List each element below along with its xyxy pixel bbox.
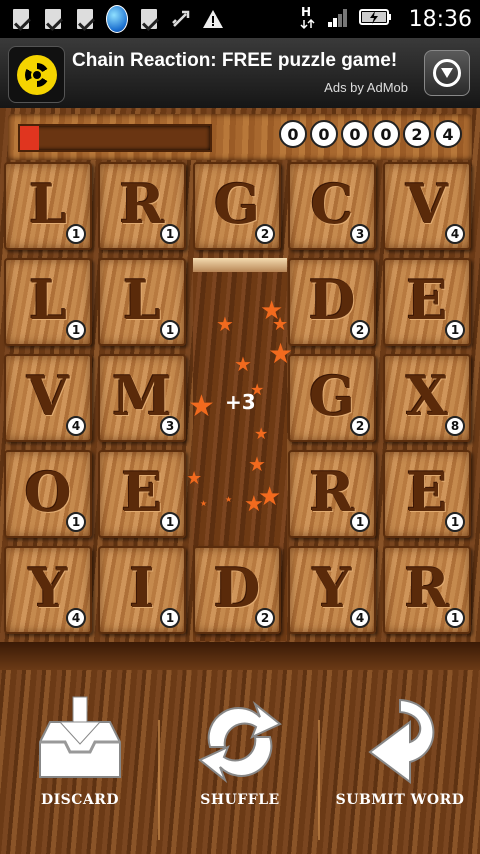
letter-tile[interactable]: M3	[98, 354, 186, 442]
star-icon: ★	[188, 389, 215, 424]
shuffle-arrows-icon	[198, 700, 282, 784]
hspa-icon: H	[299, 4, 317, 34]
tile-points: 1	[445, 608, 465, 628]
clock: 18:36	[408, 6, 472, 32]
divider	[318, 720, 320, 840]
ad-attribution: Ads by AdMob	[324, 80, 408, 95]
letter-tile[interactable]: I1	[98, 546, 186, 634]
download-done-icon	[74, 8, 96, 30]
ad-banner[interactable]: Chain Reaction: FREE puzzle game! Ads by…	[0, 38, 480, 109]
tile-points: 4	[66, 608, 86, 628]
shuffle-label: SHUFFLE	[200, 792, 280, 808]
score-digit: 0	[341, 120, 369, 148]
tile-points: 2	[255, 224, 275, 244]
tile-points: 2	[350, 320, 370, 340]
star-icon: ★	[225, 495, 233, 504]
tile-points: 1	[160, 512, 180, 532]
browser-globe-icon	[106, 5, 128, 33]
letter-tile[interactable]: L1	[4, 258, 92, 346]
tile-points: 4	[66, 416, 86, 436]
discard-tray-icon	[39, 696, 121, 778]
star-icon: ★	[234, 352, 252, 376]
action-bar-edge	[0, 642, 480, 670]
battery-charging-icon	[358, 6, 393, 32]
progress-fill	[20, 126, 39, 150]
letter-tile[interactable]: L1	[4, 162, 92, 250]
action-bar: DISCARD SHUFFLE SUBMIT WORD	[0, 642, 480, 854]
tile-points: 4	[445, 224, 465, 244]
tile-points: 1	[445, 320, 465, 340]
tile-points: 1	[66, 320, 86, 340]
submit-arrow-icon	[368, 698, 435, 784]
tile-points: 1	[160, 224, 180, 244]
submit-word-button[interactable]: SUBMIT WORD	[325, 692, 475, 842]
letter-tile[interactable]: V4	[383, 162, 471, 250]
score-digit: 4	[434, 120, 462, 148]
star-icon: ★	[254, 424, 269, 443]
tile-points: 2	[350, 416, 370, 436]
tile-points: 1	[445, 512, 465, 532]
tile-gap-edge	[193, 258, 287, 272]
tile-points: 8	[445, 416, 465, 436]
download-done-icon	[42, 8, 64, 30]
submit-word-label: SUBMIT WORD	[335, 792, 465, 808]
star-icon: ★	[272, 314, 289, 335]
score-bar: 000024	[8, 114, 472, 160]
tile-points: 1	[160, 608, 180, 628]
letter-tile[interactable]: G2	[288, 354, 376, 442]
score-digit: 0	[372, 120, 400, 148]
letter-tile[interactable]: E1	[98, 450, 186, 538]
letter-tile[interactable]: R1	[383, 546, 471, 634]
star-icon: ★	[258, 482, 282, 512]
letter-tile[interactable]: X8	[383, 354, 471, 442]
bonus-points: +3	[225, 390, 256, 414]
download-done-icon	[138, 8, 160, 30]
letter-tile[interactable]: Y4	[4, 546, 92, 634]
discard-label: DISCARD	[40, 792, 120, 808]
star-icon: ★	[200, 499, 208, 508]
letter-tile[interactable]: D2	[288, 258, 376, 346]
letter-tile[interactable]: Y4	[288, 546, 376, 634]
signal-icon	[327, 6, 349, 32]
star-icon: ★	[248, 452, 266, 476]
score-digit: 0	[279, 120, 307, 148]
shuffle-button[interactable]: SHUFFLE	[165, 692, 315, 842]
letter-tile[interactable]: E1	[383, 450, 471, 538]
game-board: 000024 ★ ★ ★ ★ ★ ★ ★ ★ ★ ★ ★ ★ ★ ★ +3 L1R1G2C3V4L1L1D…	[0, 108, 480, 854]
letter-tile[interactable]: O1	[4, 450, 92, 538]
letter-tile[interactable]: V4	[4, 354, 92, 442]
letter-tile[interactable]: C3	[288, 162, 376, 250]
status-bar: H 18:36	[0, 0, 480, 38]
warning-icon	[202, 8, 224, 30]
ad-title[interactable]: Chain Reaction: FREE puzzle game!	[72, 50, 397, 72]
usb-debug-icon	[170, 8, 192, 30]
score-digit: 2	[403, 120, 431, 148]
star-icon: ★	[186, 468, 203, 489]
download-icon[interactable]	[424, 50, 470, 96]
divider	[158, 720, 160, 840]
download-done-icon	[10, 8, 32, 30]
letter-tile[interactable]: G2	[193, 162, 281, 250]
tile-points: 1	[66, 224, 86, 244]
discard-button[interactable]: DISCARD	[5, 692, 155, 842]
letter-tile[interactable]: R1	[98, 162, 186, 250]
tile-points: 1	[66, 512, 86, 532]
radioactive-icon[interactable]	[8, 46, 65, 103]
letter-tile[interactable]: E1	[383, 258, 471, 346]
tile-points: 1	[160, 320, 180, 340]
letter-tile[interactable]: R1	[288, 450, 376, 538]
svg-text:H: H	[301, 5, 311, 19]
letter-tile[interactable]: D2	[193, 546, 281, 634]
tile-points: 3	[350, 224, 370, 244]
tile-points: 3	[160, 416, 180, 436]
score-display: 000024	[279, 120, 462, 148]
star-icon: ★	[216, 312, 234, 336]
score-digit: 0	[310, 120, 338, 148]
tile-points: 1	[350, 512, 370, 532]
tile-points: 2	[255, 608, 275, 628]
tile-points: 4	[350, 608, 370, 628]
letter-tile[interactable]: L1	[98, 258, 186, 346]
progress-bar	[18, 124, 212, 152]
